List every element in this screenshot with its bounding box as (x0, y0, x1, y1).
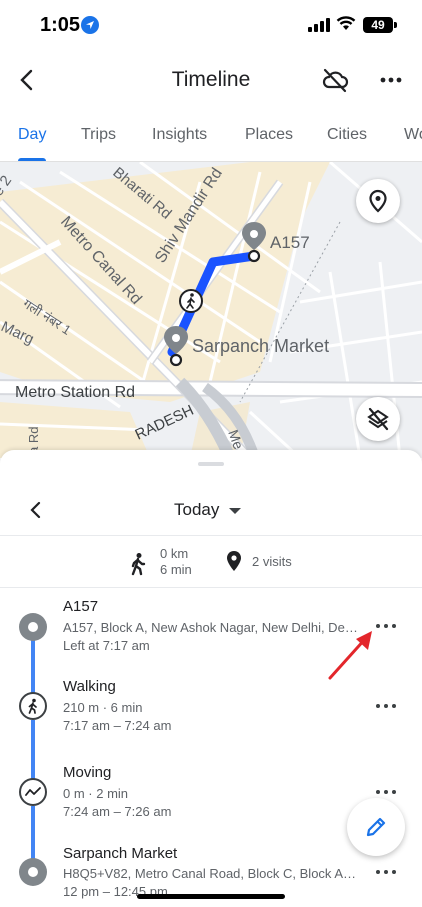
timeline-item-title[interactable]: Moving (63, 764, 111, 781)
summary-distance-value: 0 km (160, 546, 189, 561)
map-place-button[interactable] (356, 179, 400, 223)
walking-icon (131, 553, 146, 576)
map-place-label: Sarpanch Market (192, 336, 329, 356)
timeline-item-address: H8Q5+V82, Metro Canal Road, Block C, Blo… (63, 866, 359, 881)
status-bar: 1:05 49 (0, 0, 422, 52)
moving-activity-icon (19, 778, 47, 806)
place-pin-icon (227, 551, 241, 571)
tab-cities[interactable]: Cities (327, 126, 367, 144)
sheet-drag-handle[interactable] (198, 462, 224, 466)
map-road-label: Metro Station Rd (15, 384, 135, 401)
layers-off-icon (367, 407, 389, 431)
tab-indicator (18, 158, 46, 161)
place-visit-icon (19, 613, 47, 641)
date-label[interactable]: Today (174, 500, 219, 520)
timeline-item-title[interactable]: A157 (63, 598, 98, 615)
more-options-icon[interactable] (376, 66, 406, 94)
place-visit-icon (19, 858, 47, 886)
timeline-connector (31, 720, 35, 780)
route-end-dot (247, 249, 261, 263)
cloud-off-icon[interactable] (320, 66, 350, 94)
tab-bar: Day Trips Insights Places Cities World (0, 114, 422, 162)
summary-distance: 0 km 6 min (160, 546, 192, 578)
timeline-item-title[interactable]: Walking (63, 678, 116, 695)
tab-insights[interactable]: Insights (152, 126, 207, 144)
item-more-options-icon[interactable] (374, 864, 400, 880)
route-start-dot (169, 353, 183, 367)
timeline-item-title[interactable]: Sarpanch Market (63, 845, 177, 862)
cellular-signal-icon (308, 18, 330, 32)
wifi-icon (336, 16, 356, 30)
timeline-item-detail: 210 m · 6 min (63, 700, 143, 715)
date-selector: Today (0, 486, 422, 536)
summary-duration-value: 6 min (160, 562, 192, 577)
tab-day[interactable]: Day (18, 126, 46, 144)
walking-marker-icon (179, 289, 203, 313)
map-layers-off-button[interactable] (356, 397, 400, 441)
item-more-options-icon[interactable] (374, 698, 400, 714)
chevron-left-icon[interactable] (24, 498, 48, 522)
day-summary: 0 km 6 min 2 visits (0, 536, 422, 588)
timeline-item-time: 7:24 am – 7:26 am (63, 804, 172, 819)
battery-icon: 49 (363, 17, 397, 33)
tab-trips[interactable]: Trips (81, 126, 116, 144)
map-place-label: A157 (270, 233, 310, 252)
tab-places[interactable]: Places (245, 126, 293, 144)
walking-activity-icon (19, 692, 47, 720)
map-view[interactable]: Bharati Rd Shiv Mandir Rd Metro Canal Rd… (0, 162, 422, 458)
edit-button[interactable] (347, 798, 405, 856)
timeline-item-time: Left at 7:17 am (63, 638, 150, 653)
pencil-icon (366, 817, 386, 837)
timeline-item-address: A157, Block A, New Ashok Nagar, New Delh… (63, 620, 359, 635)
summary-visits: 2 visits (252, 554, 292, 569)
app-bar: Timeline (0, 52, 422, 108)
page-title: Timeline (171, 68, 251, 91)
tab-world[interactable]: World (404, 126, 422, 144)
map-pin-icon (369, 189, 387, 213)
annotation-arrow-icon (328, 631, 372, 680)
chevron-down-icon[interactable] (229, 508, 241, 514)
timeline-item-detail: 0 m · 2 min (63, 786, 129, 801)
timeline-item-time: 7:17 am – 7:24 am (63, 718, 172, 733)
status-time: 1:05 (40, 14, 81, 36)
location-arrow-icon (81, 16, 99, 34)
timeline-connector (31, 806, 35, 862)
home-indicator[interactable] (137, 894, 285, 899)
timeline-connector (31, 640, 35, 694)
